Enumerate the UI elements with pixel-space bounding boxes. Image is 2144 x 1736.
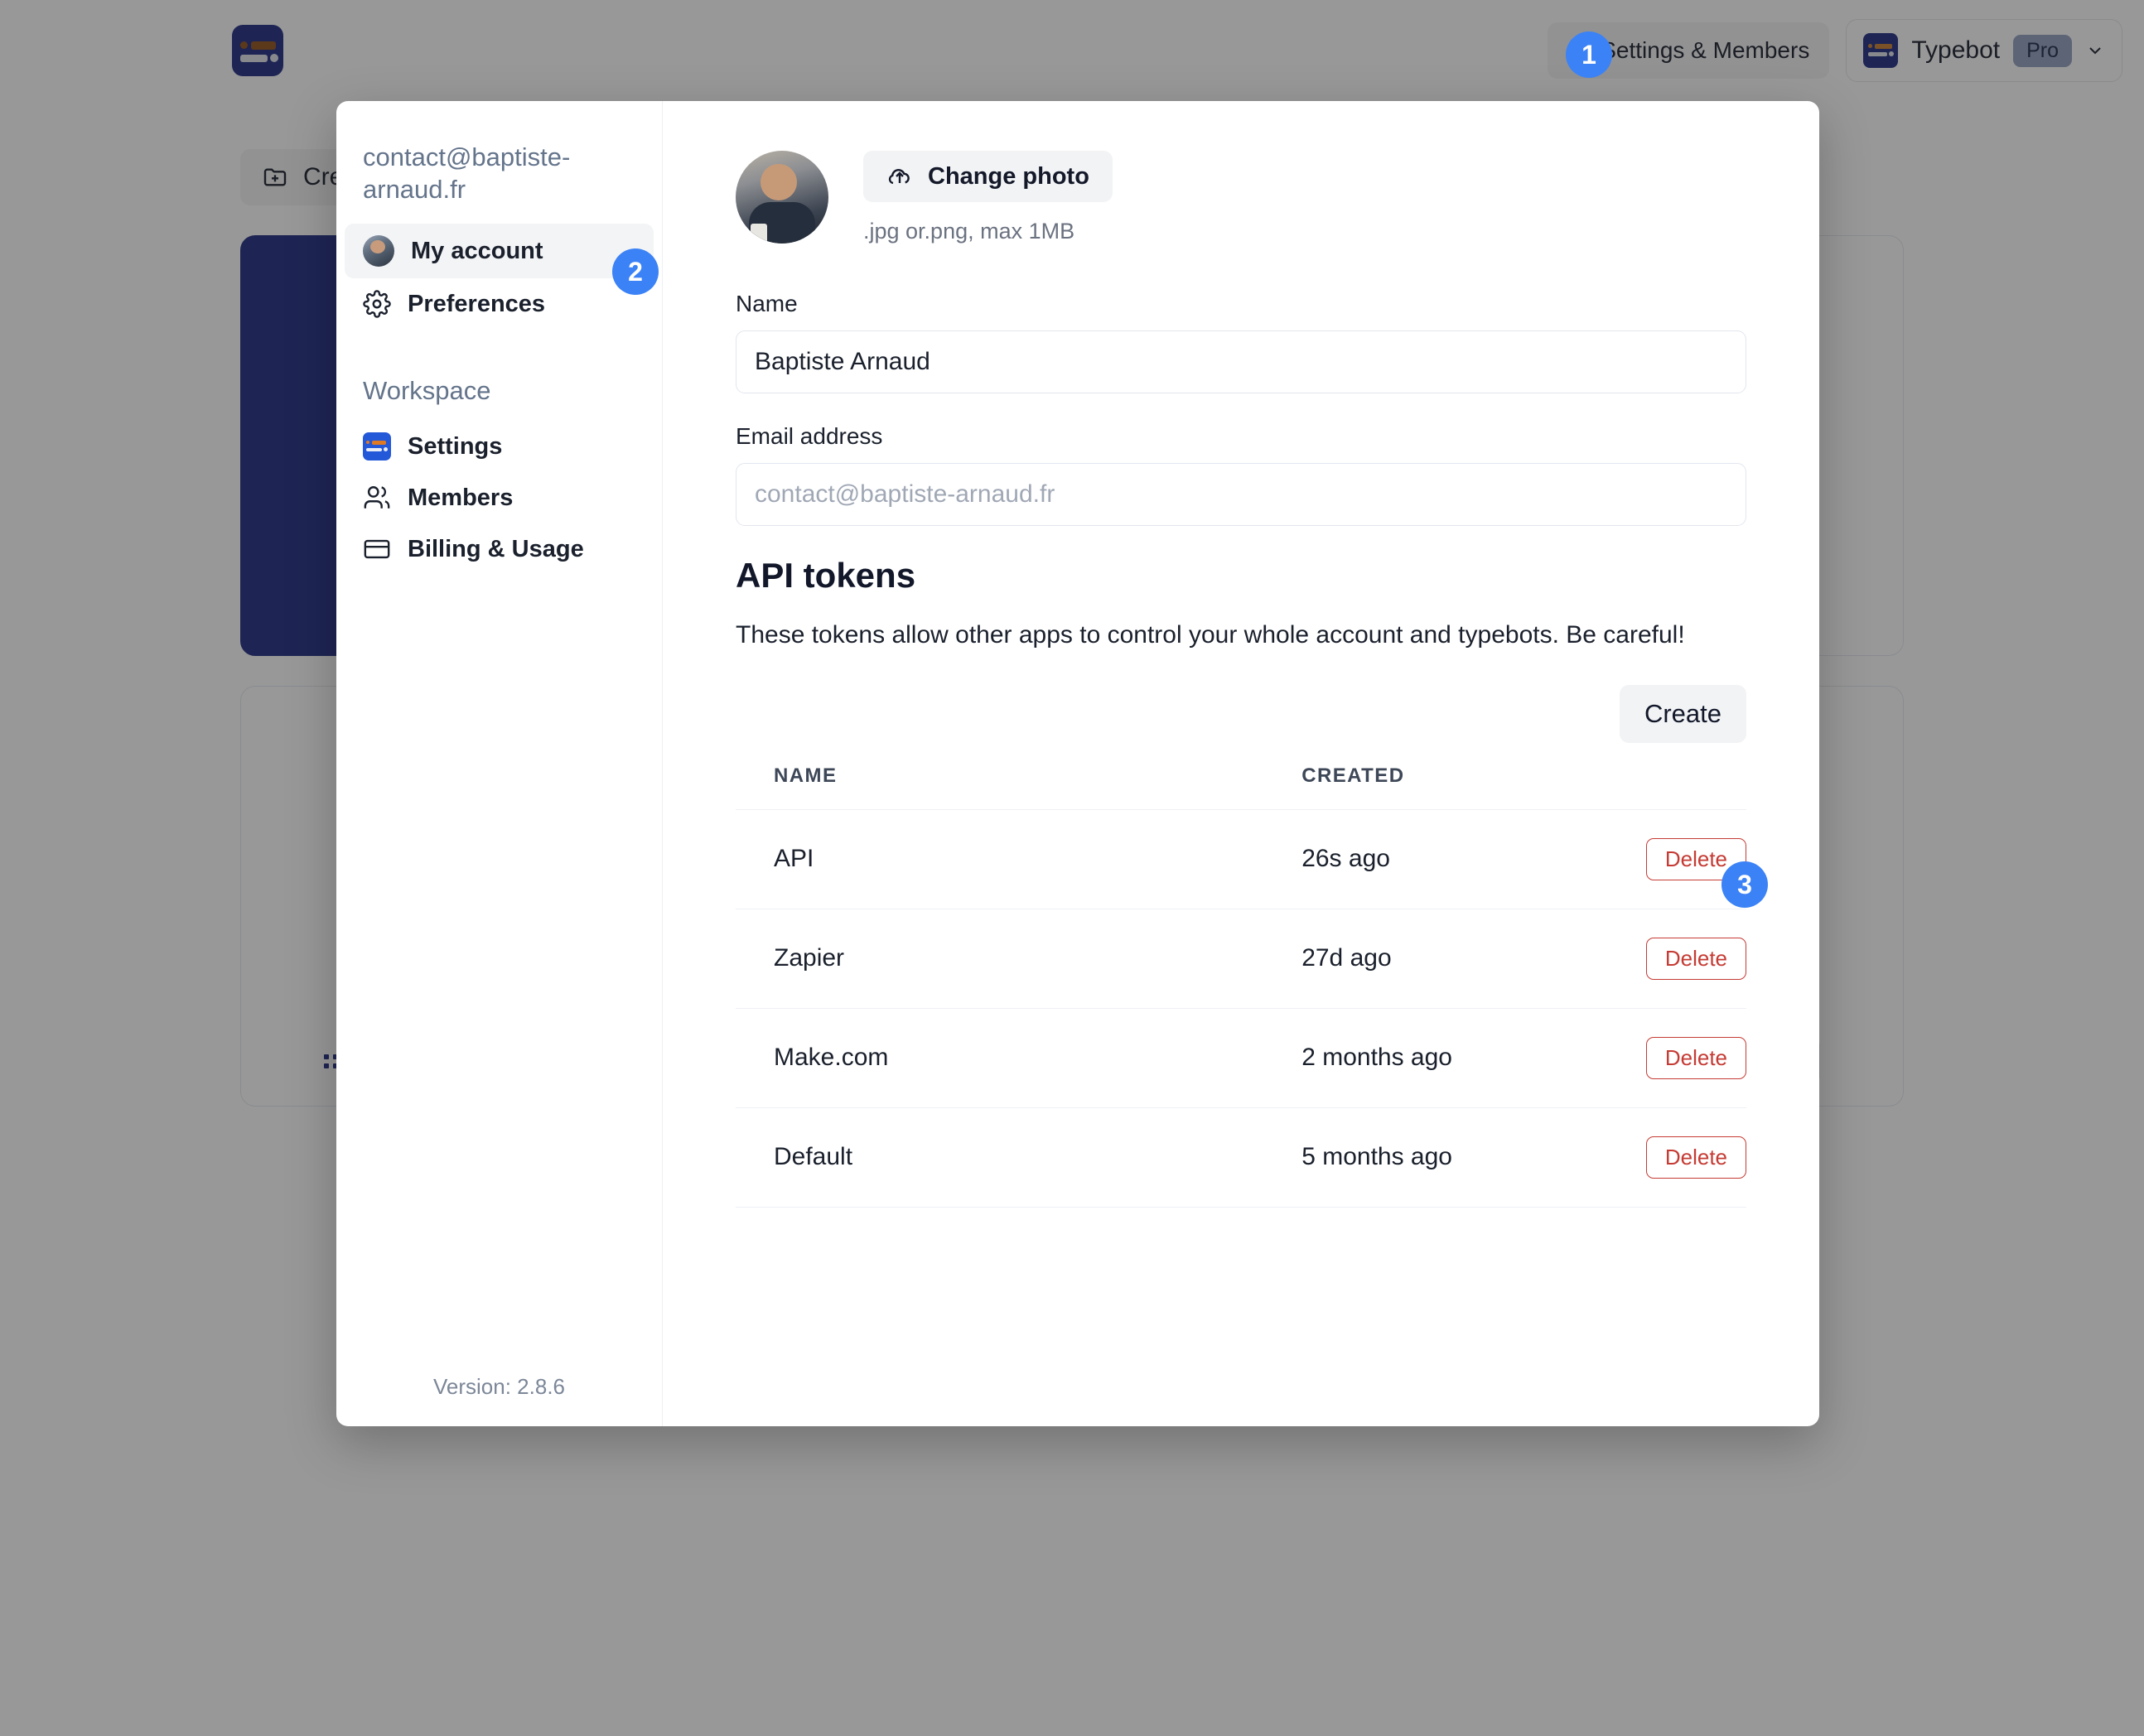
change-photo-label: Change photo: [928, 162, 1089, 190]
create-token-button[interactable]: Create: [1619, 684, 1746, 743]
sidebar-item-label: Settings: [408, 432, 503, 460]
sidebar-item-label: Billing & Usage: [408, 535, 584, 562]
typebot-logo-icon: [363, 432, 391, 461]
name-input[interactable]: [736, 330, 1746, 393]
email-field[interactable]: [736, 463, 1746, 526]
sidebar-item-preferences[interactable]: Preferences: [345, 278, 654, 330]
avatar: [736, 151, 828, 244]
gear-icon: [363, 290, 391, 318]
sidebar-section-workspace: Workspace: [363, 376, 491, 406]
token-name: Zapier: [736, 908, 1302, 1008]
api-tokens-title: API tokens: [736, 556, 916, 595]
token-created: 26s ago: [1301, 808, 1606, 909]
step-badge-3: 3: [1721, 861, 1768, 908]
version-label: Version: 2.8.6: [433, 1374, 565, 1399]
column-header-name: NAME: [774, 764, 838, 787]
user-avatar-icon: [363, 235, 394, 268]
table-header-row: NAME CREATED: [736, 764, 1746, 810]
photo-section: Change photo .jpg or.png, max 1MB: [736, 151, 1746, 244]
table-row: Make.com 2 months ago Delete: [736, 1007, 1746, 1107]
column-header-created: CREATED: [1301, 764, 1405, 787]
token-name: Default: [736, 1107, 1302, 1207]
email-field-group: Email address: [736, 423, 1746, 526]
delete-token-button[interactable]: Delete: [1645, 1136, 1746, 1179]
name-field-group: Name: [736, 291, 1746, 393]
token-created: 2 months ago: [1301, 1007, 1606, 1107]
sidebar-item-settings[interactable]: Settings: [345, 421, 654, 472]
table-row-spacer: [736, 1206, 1746, 1292]
table-row: API 26s ago Delete: [736, 808, 1746, 909]
sidebar-item-label: Preferences: [408, 290, 546, 317]
users-icon: [364, 486, 390, 509]
token-name: Make.com: [736, 1007, 1302, 1107]
account-settings-modal: contact@baptiste-arnaud.fr My account Pr…: [336, 101, 1819, 1426]
delete-token-button[interactable]: Delete: [1645, 1036, 1746, 1079]
table-row: Default 5 months ago Delete: [736, 1107, 1746, 1207]
step-badge-2: 2: [612, 248, 659, 295]
modal-sidebar: contact@baptiste-arnaud.fr My account Pr…: [336, 101, 663, 1426]
email-label: Email address: [736, 423, 883, 449]
token-created: 27d ago: [1301, 908, 1606, 1008]
api-tokens-table: NAME CREATED API 26s ago Delete Zapier 2…: [736, 764, 1746, 1292]
token-name: API: [736, 808, 1302, 909]
create-token-row: Create: [736, 684, 1746, 743]
sidebar-item-members[interactable]: Members: [345, 472, 654, 523]
sidebar-email: contact@baptiste-arnaud.fr: [363, 142, 571, 205]
sidebar-item-label: Members: [408, 484, 514, 511]
api-tokens-description: These tokens allow other apps to control…: [736, 621, 1685, 649]
modal-main-content: Change photo .jpg or.png, max 1MB Name E…: [663, 101, 1819, 1426]
delete-token-button[interactable]: Delete: [1645, 937, 1746, 980]
sidebar-item-label: My account: [411, 237, 543, 264]
upload-cloud-icon: [888, 169, 910, 185]
credit-card-icon: [364, 539, 390, 559]
table-row: Zapier 27d ago Delete: [736, 908, 1746, 1008]
change-photo-button[interactable]: Change photo: [863, 151, 1113, 202]
photo-hint: .jpg or.png, max 1MB: [863, 219, 1075, 244]
name-label: Name: [736, 291, 798, 316]
token-created: 5 months ago: [1301, 1107, 1606, 1207]
column-header-actions: [1605, 764, 1746, 810]
sidebar-item-my-account[interactable]: My account: [345, 224, 654, 279]
sidebar-item-billing-usage[interactable]: Billing & Usage: [345, 523, 654, 575]
step-badge-1: 1: [1566, 31, 1612, 78]
